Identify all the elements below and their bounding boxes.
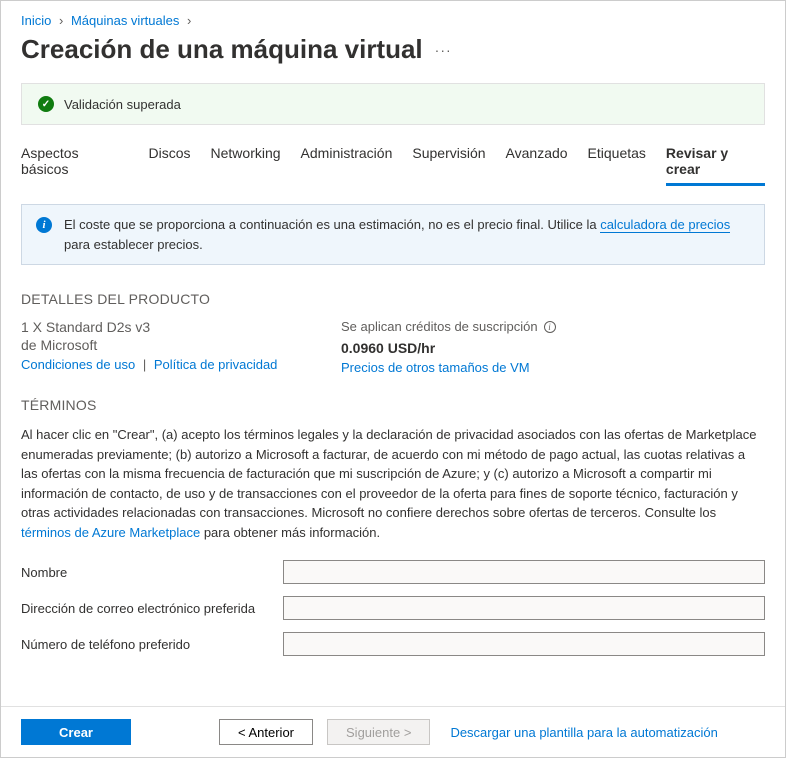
footer: Crear < Anterior Siguiente > Descargar u… — [1, 706, 785, 757]
tab-review-create[interactable]: Revisar y crear — [666, 141, 765, 186]
breadcrumb-vms[interactable]: Máquinas virtuales — [71, 13, 179, 28]
link-separator: | — [143, 357, 146, 372]
tab-basics[interactable]: Aspectos básicos — [21, 141, 129, 186]
info-icon: i — [36, 217, 52, 233]
privacy-policy-link[interactable]: Política de privacidad — [154, 357, 278, 372]
chevron-right-icon: › — [187, 13, 191, 28]
info-text-suffix: para establecer precios. — [64, 237, 203, 252]
email-input[interactable] — [283, 596, 765, 620]
validation-message: Validación superada — [64, 97, 181, 112]
previous-button[interactable]: < Anterior — [219, 719, 313, 745]
tab-networking[interactable]: Networking — [211, 141, 281, 186]
product-price: 0.0960 USD/hr — [341, 340, 556, 356]
terms-text: Al hacer clic en "Crear", (a) acepto los… — [21, 425, 765, 542]
product-details-heading: DETALLES DEL PRODUCTO — [21, 291, 765, 307]
tabs: Aspectos básicos Discos Networking Admin… — [21, 141, 765, 186]
tab-disks[interactable]: Discos — [149, 141, 191, 186]
info-text-prefix: El coste que se proporciona a continuaci… — [64, 217, 600, 232]
breadcrumb: Inicio › Máquinas virtuales › — [21, 13, 765, 28]
create-button[interactable]: Crear — [21, 719, 131, 745]
terms-suffix: para obtener más información. — [200, 525, 380, 540]
other-vm-sizes-link[interactable]: Precios de otros tamaños de VM — [341, 360, 530, 375]
phone-label: Número de teléfono preferido — [21, 637, 283, 652]
download-template-link[interactable]: Descargar una plantilla para la automati… — [450, 725, 717, 740]
tab-monitoring[interactable]: Supervisión — [412, 141, 485, 186]
credits-label: Se aplican créditos de suscripción — [341, 319, 538, 334]
info-banner: i El coste que se proporciona a continua… — [21, 204, 765, 265]
terms-heading: TÉRMINOS — [21, 397, 765, 413]
tab-management[interactable]: Administración — [301, 141, 393, 186]
more-icon[interactable]: ··· — [435, 42, 452, 58]
breadcrumb-home[interactable]: Inicio — [21, 13, 51, 28]
next-button: Siguiente > — [327, 719, 430, 745]
phone-input[interactable] — [283, 632, 765, 656]
terms-of-use-link[interactable]: Condiciones de uso — [21, 357, 135, 372]
check-circle-icon: ✓ — [38, 96, 54, 112]
tab-advanced[interactable]: Avanzado — [506, 141, 568, 186]
name-label: Nombre — [21, 565, 283, 580]
product-vendor: de Microsoft — [21, 337, 281, 353]
terms-body: Al hacer clic en "Crear", (a) acepto los… — [21, 427, 756, 520]
help-icon[interactable]: i — [544, 321, 556, 333]
name-input[interactable] — [283, 560, 765, 584]
tab-tags[interactable]: Etiquetas — [588, 141, 646, 186]
product-sku: 1 X Standard D2s v3 — [21, 319, 281, 335]
page-title: Creación de una máquina virtual — [21, 34, 423, 65]
validation-banner: ✓ Validación superada — [21, 83, 765, 125]
chevron-right-icon: › — [59, 13, 63, 28]
pricing-calculator-link[interactable]: calculadora de precios — [600, 217, 730, 233]
marketplace-terms-link[interactable]: términos de Azure Marketplace — [21, 525, 200, 540]
email-label: Dirección de correo electrónico preferid… — [21, 601, 283, 616]
